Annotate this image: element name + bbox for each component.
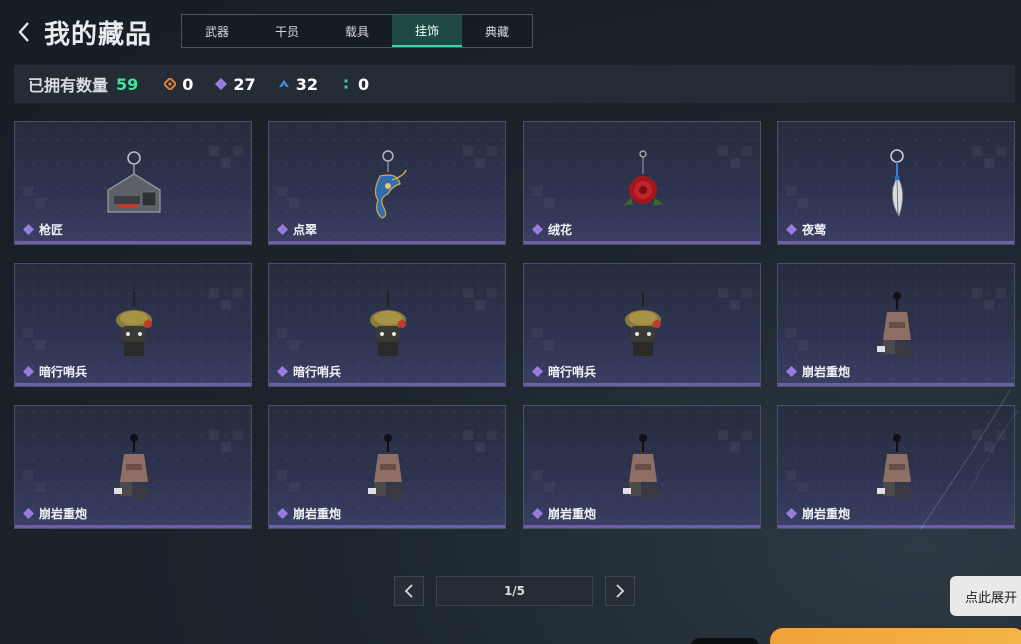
charm-card[interactable]: 崩岩重炮	[777, 263, 1015, 387]
rose-charm-image	[623, 150, 663, 206]
sentry-charm-image	[370, 292, 406, 356]
purple-rarity-icon	[277, 224, 288, 235]
background-scratch-decoration	[919, 389, 1019, 531]
cannon-charm-image	[114, 434, 150, 500]
charm-name: 点翠	[293, 223, 318, 237]
charm-name: 崩岩重炮	[548, 507, 597, 521]
tab-operators[interactable]: 干员	[252, 15, 322, 47]
category-tabs: 武器 干员 载具 挂饰 典藏	[181, 14, 533, 48]
stat-green-rarity: 0	[340, 75, 369, 94]
expand-hint-button[interactable]: 点此展开	[950, 576, 1021, 616]
charm-card[interactable]: 崩岩重炮	[268, 405, 506, 529]
owned-count-label: 已拥有数量	[28, 76, 109, 95]
chevron-left-icon	[18, 22, 29, 42]
charm-name: 暗行哨兵	[293, 365, 342, 379]
purple-rarity-icon	[23, 508, 34, 519]
charm-name: 崩岩重炮	[39, 507, 88, 521]
sentry-charm-image	[116, 292, 152, 356]
purple-rarity-icon	[786, 366, 797, 377]
ownership-stats-bar: 已拥有数量 59 0 27 32 0	[14, 65, 1015, 103]
purple-rarity-icon	[23, 366, 34, 377]
sentry-charm-image	[625, 292, 661, 356]
charm-name: 夜莺	[802, 223, 827, 237]
owned-count-total: 59	[116, 74, 139, 94]
next-page-button[interactable]	[605, 576, 635, 606]
page-title: 我的藏品	[44, 20, 153, 50]
purple-rarity-icon	[786, 224, 797, 235]
top-bar: 我的藏品 武器 干员 载具 挂饰 典藏	[0, 0, 1021, 62]
charm-card[interactable]: 暗行哨兵	[523, 263, 761, 387]
cannon-charm-image	[368, 434, 404, 500]
page-indicator: 1/5	[436, 576, 593, 606]
chevron-left-icon	[404, 584, 413, 598]
back-button[interactable]	[14, 18, 34, 46]
charm-name: 暗行哨兵	[548, 365, 597, 379]
purple-rarity-icon	[532, 366, 543, 377]
cannon-charm-image	[877, 292, 913, 358]
charm-name: 枪匠	[39, 223, 64, 237]
charm-name: 绒花	[548, 223, 573, 237]
tab-vehicles[interactable]: 载具	[322, 15, 392, 47]
chevron-right-icon	[616, 584, 625, 598]
purple-rarity-icon	[532, 224, 543, 235]
blue-chevron-icon	[278, 78, 290, 90]
stat-purple-rarity: 27	[215, 74, 256, 94]
charm-grid: 枪匠 点翠 绒花 夜莺 暗行哨兵 暗行哨兵 暗行哨兵 崩岩重炮 崩岩重炮 崩岩重…	[14, 121, 1015, 529]
cannon-charm-image	[623, 434, 659, 500]
tab-collection[interactable]: 典藏	[462, 15, 532, 47]
stat-orange-value: 0	[182, 74, 194, 94]
bottom-orange-button[interactable]	[768, 626, 1021, 644]
charm-name: 崩岩重炮	[802, 365, 851, 379]
charm-name: 暗行哨兵	[39, 365, 88, 379]
charm-card[interactable]: 崩岩重炮	[523, 405, 761, 529]
charm-name: 崩岩重炮	[293, 507, 342, 521]
purple-rarity-icon	[277, 366, 288, 377]
charm-name: 崩岩重炮	[802, 507, 851, 521]
charm-card[interactable]: 枪匠	[14, 121, 252, 245]
phoenix-charm-image	[374, 150, 407, 219]
charm-card[interactable]: 夜莺	[777, 121, 1015, 245]
bottom-dark-button[interactable]	[690, 638, 760, 644]
stat-orange-rarity: 0	[164, 75, 193, 94]
purple-rarity-icon	[23, 224, 34, 235]
gunsmith-charm-image	[107, 151, 161, 213]
tab-charms[interactable]: 挂饰	[392, 15, 462, 47]
charm-card[interactable]: 崩岩重炮	[14, 405, 252, 529]
stat-blue-rarity: 32	[278, 75, 318, 94]
charm-card[interactable]: 暗行哨兵	[14, 263, 252, 387]
purple-diamond-icon	[215, 78, 228, 90]
stat-blue-value: 32	[295, 74, 318, 94]
charm-card[interactable]: 绒花	[523, 121, 761, 245]
charm-card[interactable]: 暗行哨兵	[268, 263, 506, 387]
purple-rarity-icon	[277, 508, 288, 519]
purple-rarity-icon	[786, 508, 797, 519]
stat-purple-value: 27	[233, 74, 256, 94]
purple-rarity-icon	[532, 508, 543, 519]
prev-page-button[interactable]	[394, 576, 424, 606]
charm-card[interactable]: 点翠	[268, 121, 506, 245]
tab-weapons[interactable]: 武器	[182, 15, 252, 47]
feather-charm-image	[890, 149, 904, 217]
stat-green-value: 0	[357, 74, 370, 94]
green-dots-icon	[340, 78, 352, 90]
orange-diamond-icon	[164, 78, 177, 90]
